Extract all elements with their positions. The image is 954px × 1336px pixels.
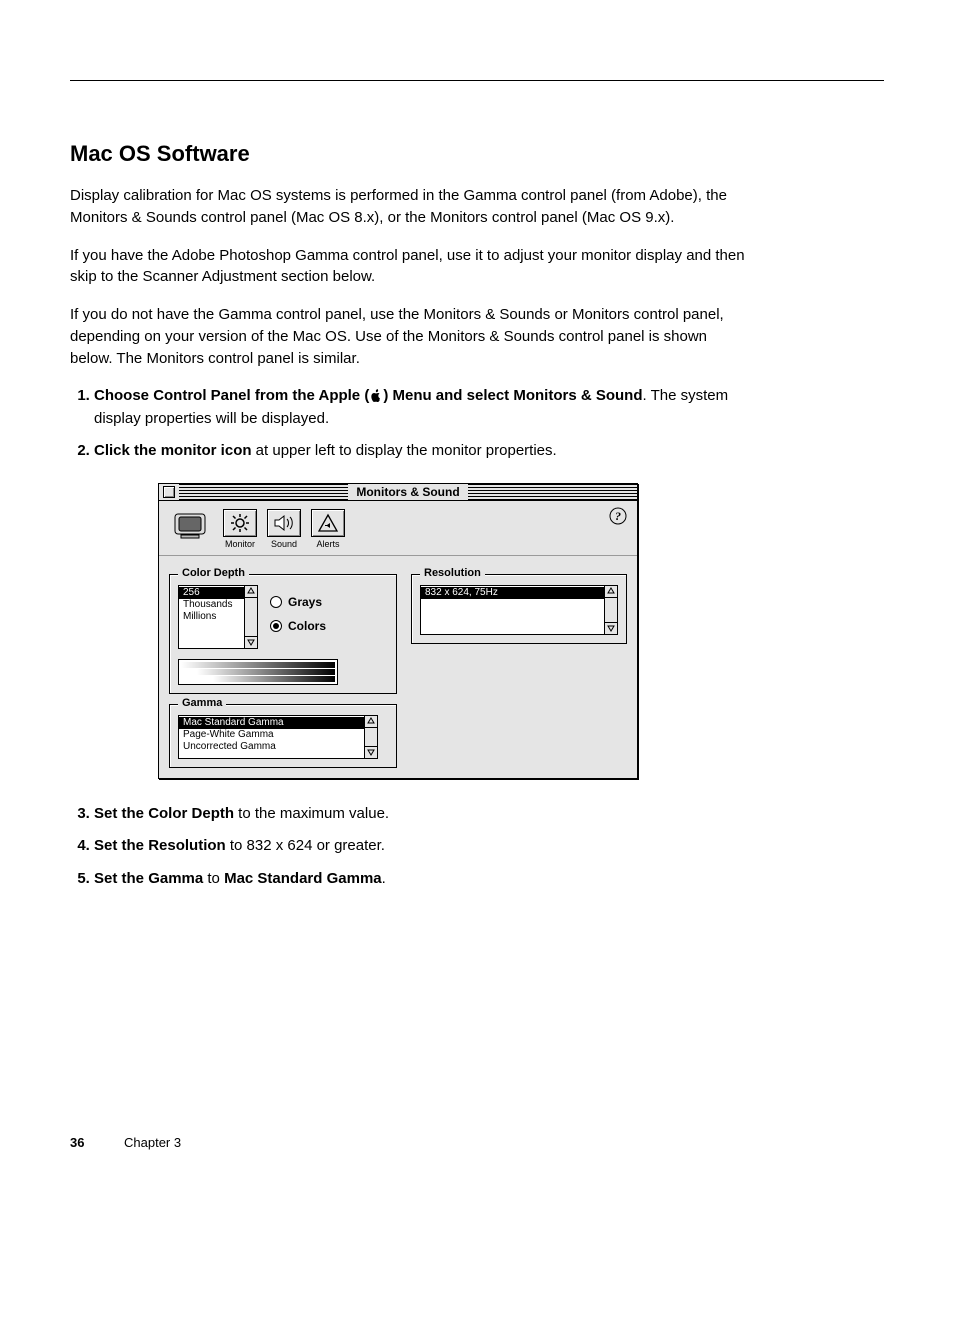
list-item[interactable]: Mac Standard Gamma bbox=[179, 717, 364, 729]
toolbar-alerts-button[interactable]: Alerts bbox=[311, 509, 345, 549]
radio-icon bbox=[270, 620, 282, 632]
help-button[interactable]: ? bbox=[609, 507, 627, 525]
titlebar-stripes bbox=[179, 484, 348, 500]
color-depth-group: Color Depth 256 Thousands Millions bbox=[169, 574, 397, 694]
step-list: Choose Control Panel from the Apple ( ) … bbox=[70, 385, 750, 463]
list-item[interactable]: 832 x 624, 75Hz bbox=[421, 587, 604, 599]
toolbar-monitor-label: Monitor bbox=[225, 539, 255, 549]
alert-triangle-icon bbox=[317, 513, 339, 533]
toolbar-sound-label: Sound bbox=[271, 539, 297, 549]
list-item[interactable]: Page-White Gamma bbox=[179, 729, 364, 741]
gamma-legend: Gamma bbox=[178, 697, 226, 709]
list-item[interactable]: Millions bbox=[179, 611, 244, 623]
color-depth-legend: Color Depth bbox=[178, 567, 249, 579]
step-4: Set the Resolution to 832 x 624 or great… bbox=[94, 835, 750, 858]
svg-text:?: ? bbox=[615, 509, 621, 523]
grays-radio[interactable]: Grays bbox=[270, 595, 326, 609]
grays-radio-label: Grays bbox=[288, 595, 322, 609]
colors-radio[interactable]: Colors bbox=[270, 619, 326, 633]
paragraph: If you do not have the Gamma control pan… bbox=[70, 304, 750, 369]
list-item[interactable]: Uncorrected Gamma bbox=[179, 741, 364, 753]
crt-monitor-icon bbox=[171, 511, 211, 541]
color-depth-list[interactable]: 256 Thousands Millions bbox=[178, 585, 258, 649]
page-number: 36 bbox=[70, 1135, 84, 1150]
scroll-up-arrow-icon[interactable] bbox=[245, 586, 257, 598]
step-2: Click the monitor icon at upper left to … bbox=[94, 440, 750, 463]
scroll-down-arrow-icon[interactable] bbox=[245, 636, 257, 648]
scroll-down-arrow-icon[interactable] bbox=[605, 622, 617, 634]
scroll-track[interactable] bbox=[245, 598, 257, 636]
radio-icon bbox=[270, 596, 282, 608]
paragraph: If you have the Adobe Photoshop Gamma co… bbox=[70, 245, 750, 289]
window-title: Monitors & Sound bbox=[348, 485, 467, 499]
scroll-up-arrow-icon[interactable] bbox=[365, 716, 377, 728]
list-item[interactable]: Thousands bbox=[179, 599, 244, 611]
gamma-list[interactable]: Mac Standard Gamma Page-White Gamma Unco… bbox=[178, 715, 378, 759]
colors-radio-label: Colors bbox=[288, 619, 326, 633]
toolbar: Monitor Sound Alerts bbox=[159, 501, 637, 556]
speaker-icon bbox=[273, 514, 295, 532]
toolbar-monitor-button[interactable]: Monitor bbox=[223, 509, 257, 549]
toolbar-sound-button[interactable]: Sound bbox=[267, 509, 301, 549]
color-gradient-preview bbox=[178, 659, 338, 685]
scrollbar[interactable] bbox=[364, 716, 377, 758]
scroll-up-arrow-icon[interactable] bbox=[605, 586, 617, 598]
monitors-and-sound-window: Monitors & Sound bbox=[158, 483, 638, 779]
resolution-list[interactable]: 832 x 624, 75Hz bbox=[420, 585, 618, 635]
paragraph: Display calibration for Mac OS systems i… bbox=[70, 185, 750, 229]
toolbar-alerts-label: Alerts bbox=[316, 539, 339, 549]
window-titlebar[interactable]: Monitors & Sound bbox=[159, 484, 637, 501]
help-icon: ? bbox=[609, 507, 627, 525]
scrollbar[interactable] bbox=[244, 586, 257, 648]
resolution-group: Resolution 832 x 624, 75Hz bbox=[411, 574, 627, 644]
list-item[interactable]: 256 bbox=[179, 587, 244, 599]
brightness-icon bbox=[229, 513, 251, 533]
horizontal-rule bbox=[70, 80, 884, 81]
step-3: Set the Color Depth to the maximum value… bbox=[94, 803, 750, 826]
window-close-button[interactable] bbox=[163, 486, 175, 498]
apple-icon bbox=[369, 389, 383, 403]
scroll-track[interactable] bbox=[605, 598, 617, 622]
step-1: Choose Control Panel from the Apple ( ) … bbox=[94, 385, 750, 430]
monitor-device-icon[interactable] bbox=[169, 509, 213, 545]
titlebar-stripes bbox=[468, 484, 637, 500]
section-title: Mac OS Software bbox=[70, 141, 884, 167]
scroll-track[interactable] bbox=[365, 728, 377, 746]
gamma-group: Gamma Mac Standard Gamma Page-White Gamm… bbox=[169, 704, 397, 768]
scroll-down-arrow-icon[interactable] bbox=[365, 746, 377, 758]
scrollbar[interactable] bbox=[604, 586, 617, 634]
resolution-legend: Resolution bbox=[420, 567, 485, 579]
step-5: Set the Gamma to Mac Standard Gamma. bbox=[94, 868, 750, 891]
step-list-continued: Set the Color Depth to the maximum value… bbox=[70, 803, 750, 891]
chapter-label: Chapter 3 bbox=[124, 1135, 181, 1150]
